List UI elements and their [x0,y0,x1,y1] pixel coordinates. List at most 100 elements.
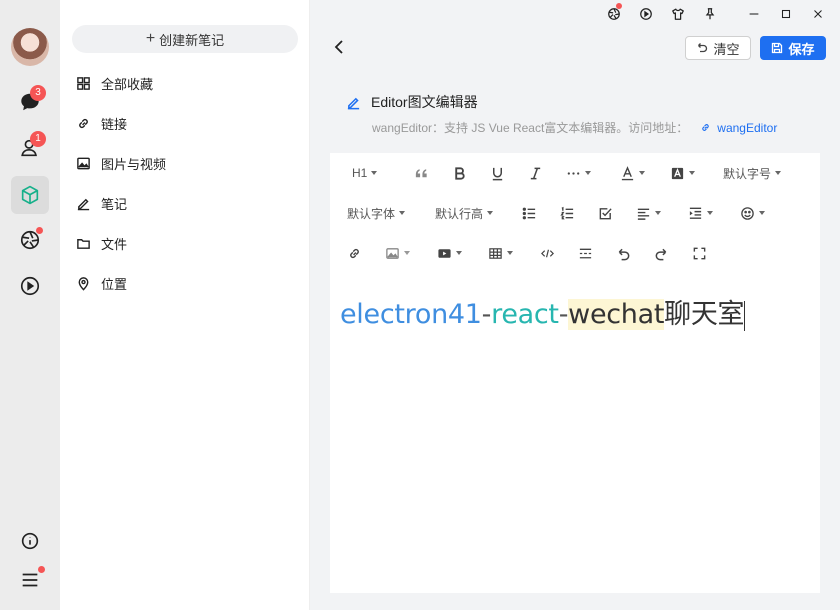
create-note-button[interactable]: + 创建新笔记 [72,25,298,53]
redo-button[interactable] [654,241,669,265]
menu-button[interactable] [11,561,49,599]
indent-button[interactable] [688,201,713,225]
nav-item-label: 全部收藏 [101,76,154,92]
create-note-label: 创建新笔记 [159,32,225,48]
font-family-select[interactable]: 默认字体 [347,201,406,225]
doc-description: wangEditor：支持 JS Vue React富文本编辑器。访问地址： w… [372,119,777,136]
text-cursor [744,300,746,331]
maximize-icon [781,9,791,19]
nav-item-label: 位置 [101,276,128,292]
video-button[interactable] [11,267,49,305]
italic-button[interactable] [528,161,543,185]
divider-icon [579,248,592,258]
font-size-select[interactable]: 默认字号 [723,161,782,185]
pin-button[interactable] [694,0,726,28]
text-segment: - [558,299,569,330]
moments-dot [36,227,43,234]
nav-item-label: 图片与视频 [101,156,167,172]
note-editor-pane: 清空 保存 Editor图文编辑器 wangEditor：支持 JS Vue R… [310,0,840,610]
play-circle-icon [640,8,652,20]
image-icon [386,247,399,259]
insert-link-button[interactable] [347,241,362,265]
moments-shortcut[interactable] [598,0,630,28]
nav-item-label: 链接 [101,116,128,132]
doc-title-text: Editor图文编辑器 [371,94,478,110]
nav-item-media[interactable]: 图片与视频 [76,151,166,175]
link-text: wangEditor [717,120,778,135]
close-button[interactable] [802,0,834,28]
clear-button[interactable]: 清空 [685,36,751,60]
todo-button[interactable] [598,201,613,225]
table-icon [489,247,502,259]
video-shortcut[interactable] [630,0,662,28]
bg-color-button[interactable] [670,161,695,185]
nav-item-all[interactable]: 全部收藏 [76,71,153,95]
nav-item-location[interactable]: 位置 [76,271,127,295]
insert-video-button[interactable] [437,241,462,265]
undo-icon [618,248,630,260]
bullet-list-button[interactable] [522,201,537,225]
font-color-button[interactable] [620,161,645,185]
code-icon [541,249,554,257]
nav-item-label: 文件 [101,236,128,252]
close-icon [814,10,822,18]
chat-button[interactable]: 3 [11,83,49,121]
font-family-value: 默认字体 [347,206,396,221]
collections-button[interactable] [11,176,49,214]
emoji-button[interactable] [740,201,765,225]
pin-icon [705,8,715,20]
aperture-icon [608,8,620,20]
bullet-list-icon [522,207,536,219]
back-arrow-icon[interactable] [330,37,350,57]
heading-select[interactable]: H1 [352,161,378,185]
code-block-button[interactable] [540,241,555,265]
bold-button[interactable] [452,161,467,185]
toolbar-row: 默认字体 默认行高 [330,198,820,228]
toolbar-row: H1 默认字号 [330,158,820,188]
menu-dot [38,566,45,573]
insert-image-button[interactable] [385,241,410,265]
fullscreen-icon [693,247,706,259]
nav-item-links[interactable]: 链接 [76,111,127,135]
bg-color-icon [671,167,684,179]
save-button[interactable]: 保存 [760,36,826,60]
nav-item-files[interactable]: 文件 [76,231,127,255]
plus-icon: + [145,30,156,47]
numbered-list-button[interactable] [560,201,575,225]
insert-table-button[interactable] [488,241,513,265]
align-button[interactable] [636,201,661,225]
moments-dot [616,3,622,9]
indent-icon [689,207,702,219]
skin-button[interactable] [662,0,694,28]
divider-button[interactable] [578,241,593,265]
align-left-icon [637,208,650,220]
fullscreen-button[interactable] [692,241,707,265]
wangeditor-link[interactable]: wangEditor [700,121,777,135]
numbered-list-icon [560,206,574,219]
undo-button[interactable] [616,241,631,265]
video-icon [438,248,451,258]
underline-button[interactable] [490,161,505,185]
emoji-icon [741,206,754,220]
maximize-button[interactable] [770,0,802,28]
toolbar-row [330,238,820,268]
nav-item-notes[interactable]: 笔记 [76,191,127,215]
location-icon [78,276,89,291]
avatar[interactable] [11,28,49,66]
about-button[interactable] [11,522,49,560]
link-icon [79,118,88,128]
editor-content[interactable]: electron41-react-wechat聊天室 [340,298,746,332]
text-segment: wechat [568,299,665,330]
minimize-button[interactable] [738,0,770,28]
link-icon [350,248,359,258]
line-height-select[interactable]: 默认行高 [435,201,494,225]
checkbox-icon [599,207,612,219]
quote-button[interactable] [414,161,429,185]
more-format-button[interactable] [566,161,591,185]
heading-value: H1 [352,166,368,180]
moments-button[interactable] [11,221,49,259]
text-segment: - [481,299,492,330]
contacts-button[interactable]: 1 [11,129,49,167]
text-segment: electron41 [340,299,482,330]
line-height-value: 默认行高 [435,206,484,221]
